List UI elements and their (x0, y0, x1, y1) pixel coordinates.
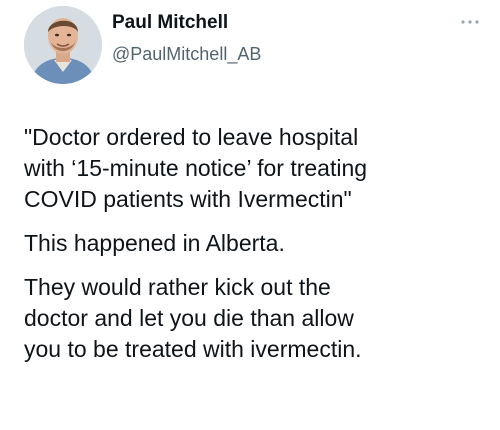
ellipsis-icon (461, 20, 479, 24)
text-line: doctor and let you die than allow (24, 305, 354, 331)
tweet-paragraph: They would rather kick out the doctor an… (24, 272, 494, 365)
text-line: with ‘15-minute notice’ for treating (24, 155, 368, 181)
tweet-paragraph: "Doctor ordered to leave hospital with ‘… (24, 122, 494, 215)
text-line: COVID patients with Ivermectin" (24, 186, 352, 212)
tweet-paragraph: This happened in Alberta. (24, 228, 494, 259)
text-line: This happened in Alberta. (24, 230, 285, 256)
tweet-text: "Doctor ordered to leave hospital with ‘… (24, 122, 494, 378)
text-line: They would rather kick out the (24, 274, 331, 300)
profile-photo (24, 6, 102, 84)
tweet-card: Paul Mitchell @PaulMitchell_AB "Doctor o… (0, 0, 500, 430)
text-line: "Doctor ordered to leave hospital (24, 124, 359, 150)
more-options-button[interactable] (450, 8, 490, 36)
author-display-name[interactable]: Paul Mitchell (112, 12, 228, 34)
author-handle[interactable]: @PaulMitchell_AB (112, 44, 261, 65)
text-line: you to be treated with ivermectin. (24, 336, 362, 362)
avatar[interactable] (24, 6, 102, 84)
